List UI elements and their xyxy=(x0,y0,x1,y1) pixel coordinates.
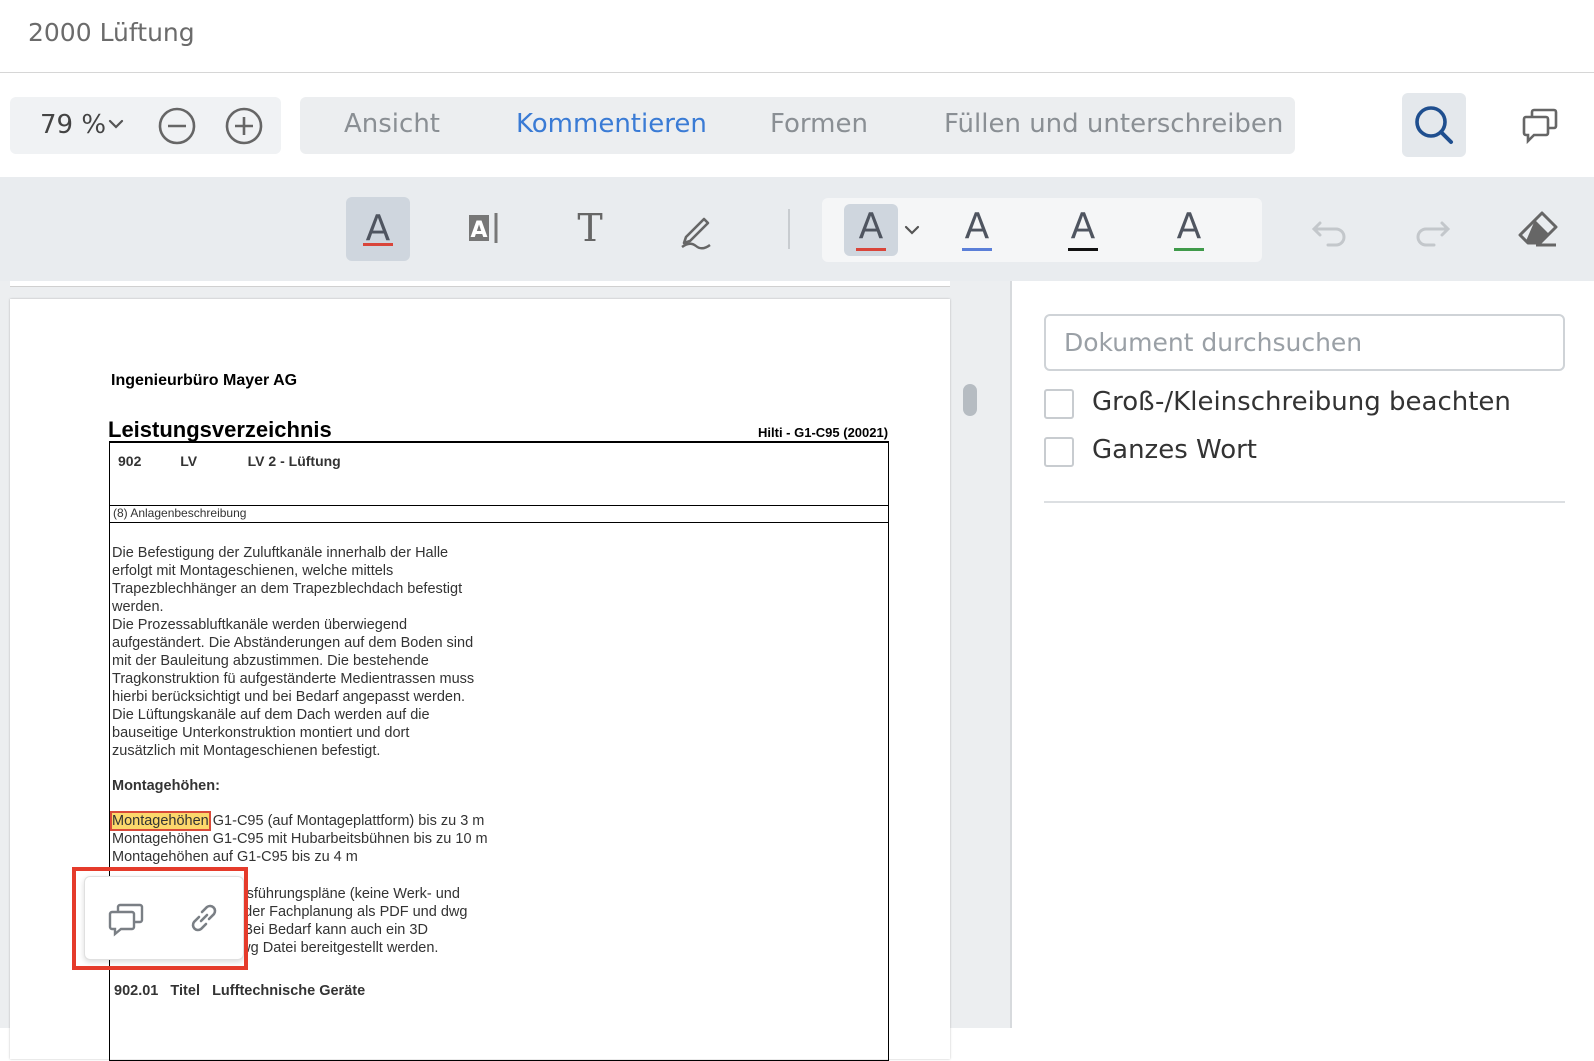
montage-lines: Montagehöhen G1-C95 (auf Montageplattfor… xyxy=(110,811,488,866)
document-title: 2000 Lüftung xyxy=(28,18,195,47)
zoom-controls: 79 % xyxy=(10,97,281,154)
company-name: Ingenieurbüro Mayer AG xyxy=(111,372,298,389)
text-line: erfolgt mit Montageschienen, welche mitt… xyxy=(112,563,394,579)
search-match-highlight[interactable]: Montagehöhen xyxy=(110,811,211,831)
chevron-down-icon[interactable] xyxy=(902,220,922,240)
zoom-out-icon[interactable] xyxy=(156,105,198,147)
text-color-red[interactable]: A xyxy=(844,204,898,256)
letter-a-icon: A xyxy=(858,206,884,247)
color-underline-blue xyxy=(962,248,992,251)
mode-tabs: Ansicht Kommentieren Formen Füllen und u… xyxy=(300,97,1295,154)
pen-icon xyxy=(681,217,711,250)
svg-text:A: A xyxy=(366,208,391,249)
text-color-group: A A A A xyxy=(822,198,1262,262)
title-bar: 2000 Lüftung xyxy=(0,0,1594,73)
whole-word-checkbox[interactable] xyxy=(1044,437,1074,467)
popup-focus-frame xyxy=(72,867,248,970)
tab-fuellen-und-unterschreiben[interactable]: Füllen und unterschreiben xyxy=(944,109,1283,139)
tab-kommentieren[interactable]: Kommentieren xyxy=(516,109,707,139)
search-input[interactable] xyxy=(1044,314,1565,371)
zoom-in-icon[interactable] xyxy=(223,105,265,147)
main-toolbar: 79 % Ansicht Kommentieren Formen Füllen … xyxy=(0,73,1594,177)
text-line: Montagehöhen auf G1-C95 bis zu 4 m xyxy=(112,849,358,865)
document-reference: Hilti - G1-C95 (20021) xyxy=(758,425,889,440)
text-line: Montagehöhen G1-C95 mit Hubarbeitsbühnen… xyxy=(112,831,488,847)
toolbar-separator xyxy=(788,209,790,249)
text-line: Trapezblechhänger an dem Trapezblechdach… xyxy=(112,581,463,597)
svg-text:T: T xyxy=(577,206,602,250)
search-panel: Groß-/Kleinschreibung beachten Ganzes Wo… xyxy=(1012,281,1594,1028)
color-underline-green xyxy=(1174,248,1204,251)
montage-heading: Montagehöhen: xyxy=(112,778,220,794)
table-header-row: 902 LV LV 2 - Lüftung xyxy=(118,453,341,469)
text-line: Die Prozessabluftkanäle werden überwiege… xyxy=(112,617,408,633)
redo-button[interactable] xyxy=(1400,197,1464,261)
text-color-black[interactable]: A xyxy=(1056,204,1110,256)
comments-panel-button[interactable] xyxy=(1508,93,1572,157)
search-button[interactable] xyxy=(1402,93,1466,157)
text-line: werden. xyxy=(112,599,164,615)
text-highlight-tool[interactable]: A xyxy=(346,197,410,261)
case-sensitive-label: Groß-/Kleinschreibung beachten xyxy=(1092,387,1511,417)
letter-a-icon: A xyxy=(1070,206,1096,247)
table-divider xyxy=(110,522,888,523)
description-text: Die Befestigung der Zuluftkanäle innerha… xyxy=(112,544,572,760)
tab-formen[interactable]: Formen xyxy=(770,109,868,139)
undo-button[interactable] xyxy=(1298,197,1362,261)
highlight-text-icon: A xyxy=(363,208,393,249)
eraser-icon xyxy=(1518,211,1558,247)
annotation-toolbar: A A T A A A A xyxy=(0,177,1594,281)
text-line: mit der Bauleitung abzustimmen. Die best… xyxy=(112,653,429,669)
text-line: Die Befestigung der Zuluftkanäle innerha… xyxy=(112,545,449,561)
text-icon: T xyxy=(577,206,602,250)
svg-text:A: A xyxy=(470,218,487,243)
color-underline-black xyxy=(1068,248,1098,251)
text-line: aufgeständert. Die Abständerungen auf de… xyxy=(112,635,474,651)
undo-icon xyxy=(1311,221,1346,247)
letter-a-icon: A xyxy=(964,206,990,247)
zoom-level[interactable]: 79 % xyxy=(40,110,106,140)
previous-page-edge xyxy=(10,281,950,287)
text-line: Tragkonstruktion fü aufgeständerte Medie… xyxy=(112,671,475,687)
color-underline-red xyxy=(856,248,886,251)
section-label: (8) Anlagenbeschreibung xyxy=(113,506,247,520)
text-line: hierbi berücksichtigt und bei Bedarf ang… xyxy=(112,689,466,705)
comments-icon xyxy=(1522,108,1558,145)
position-title: 902.01 Titel Lufftechnische Geräte xyxy=(114,983,366,999)
draw-tool[interactable] xyxy=(664,197,728,261)
panel-separator xyxy=(1044,501,1565,503)
tab-ansicht[interactable]: Ansicht xyxy=(344,109,440,139)
text-color-green[interactable]: A xyxy=(1162,204,1216,256)
redo-icon xyxy=(1416,221,1451,247)
text-line: G1-C95 (auf Montageplattform) bis zu 3 m xyxy=(208,813,485,829)
text-select-tool[interactable]: A xyxy=(452,197,516,261)
add-text-tool[interactable]: T xyxy=(558,197,622,261)
search-icon xyxy=(1415,106,1453,144)
document-heading: Leistungsverzeichnis xyxy=(108,417,332,442)
whole-word-label: Ganzes Wort xyxy=(1092,435,1257,465)
text-color-blue[interactable]: A xyxy=(950,204,1004,256)
chevron-down-icon[interactable] xyxy=(105,113,127,135)
case-sensitive-checkbox[interactable] xyxy=(1044,389,1074,419)
letter-a-icon: A xyxy=(1176,206,1202,247)
text-line: bauseitige Unterkonstruktion montiert un… xyxy=(112,725,410,741)
text-line: zusätzlich mit Montageschienen befestigt… xyxy=(112,743,381,759)
text-box-icon: A xyxy=(469,213,498,243)
eraser-button[interactable] xyxy=(1506,197,1570,261)
scrollbar-thumb[interactable] xyxy=(963,384,977,416)
text-line: Die Lüftungskanäle auf dem Dach werden a… xyxy=(112,707,430,723)
